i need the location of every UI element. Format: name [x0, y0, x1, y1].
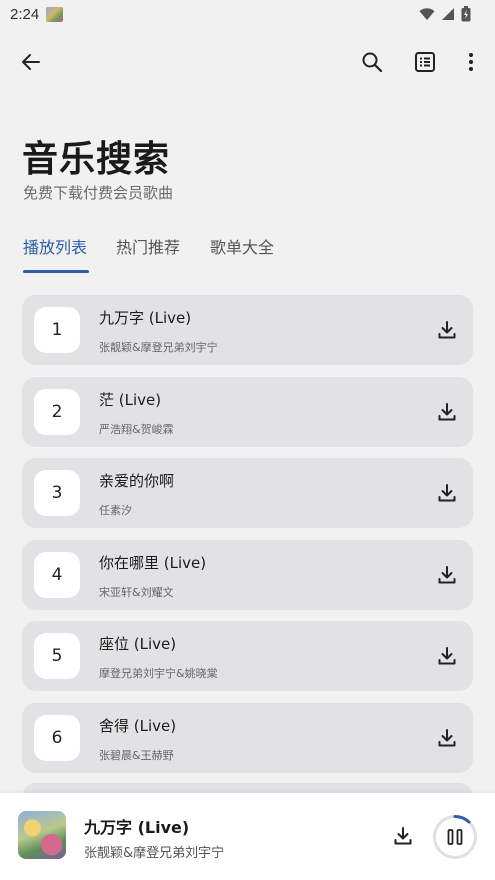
song-list-item[interactable]: 3 亲爱的你啊 任素汐 [22, 458, 473, 528]
song-index: 1 [34, 307, 80, 353]
page-title: 音乐搜索 [22, 139, 171, 180]
download-icon [438, 565, 456, 583]
battery-icon [461, 6, 471, 22]
download-button[interactable] [433, 724, 461, 752]
download-icon [438, 647, 456, 665]
list-icon [415, 52, 435, 72]
download-icon [438, 321, 456, 339]
tab-bar: 播放列表 热门推荐 歌单大全 [0, 222, 495, 274]
song-title: 座位 (Live) [99, 635, 177, 653]
album-cover [18, 811, 66, 859]
pause-icon [447, 829, 463, 845]
download-icon [438, 402, 456, 420]
song-title: 你在哪里 (Live) [99, 553, 207, 572]
song-index: 6 [34, 714, 80, 761]
song-artist: 任素汐 [99, 504, 132, 517]
download-icon [438, 728, 456, 746]
song-artist: 严浩翔&贺峻霖 [99, 422, 174, 436]
status-bar: 2:24 [0, 0, 495, 28]
download-icon [438, 484, 456, 502]
song-artist: 摩登兄弟刘宇宁&姚晓棠 [99, 667, 218, 680]
song-index: 4 [34, 551, 80, 598]
player-song-artist: 张靓颖&摩登兄弟刘宇宁 [84, 846, 225, 861]
song-title: 舍得 (Live) [99, 716, 177, 735]
tab-hot-recommend[interactable]: 热门推荐 [116, 234, 180, 258]
wifi-icon [419, 8, 435, 20]
player-song-title: 九万字 (Live) [84, 818, 190, 837]
tab-song-lists[interactable]: 歌单大全 [210, 234, 274, 258]
page-subtitle: 免费下载付费会员歌曲 [23, 184, 174, 202]
mini-player[interactable]: 九万字 (Live) 张靓颖&摩登兄弟刘宇宁 [0, 793, 495, 880]
song-artist: 宋亚轩&刘耀文 [99, 585, 174, 599]
song-index: 2 [34, 388, 80, 435]
song-title: 九万字 (Live) [99, 309, 192, 327]
player-download-button[interactable] [389, 822, 417, 850]
notification-thumbnail-icon [46, 6, 64, 22]
back-button[interactable] [7, 36, 55, 88]
pause-button[interactable] [432, 814, 478, 860]
search-icon [362, 52, 383, 73]
tab-playlist[interactable]: 播放列表 [23, 234, 87, 258]
more-vert-icon [469, 53, 473, 71]
download-button[interactable] [433, 561, 461, 589]
song-list-item[interactable]: 6 舍得 (Live) 张碧晨&王赫野 [22, 702, 473, 773]
download-button[interactable] [433, 642, 461, 670]
song-list-item[interactable]: 5 座位 (Live) 摩登兄弟刘宇宁&姚晓棠 [22, 621, 473, 691]
song-index: 5 [34, 633, 80, 679]
arrow-back-icon [22, 54, 40, 70]
download-button[interactable] [433, 479, 461, 507]
song-artist: 张碧晨&王赫野 [99, 748, 174, 762]
song-list-item[interactable]: 1 九万字 (Live) 张靓颖&摩登兄弟刘宇宁 [22, 295, 473, 365]
song-list-item[interactable]: 2 茫 (Live) 严浩翔&贺峻霖 [22, 376, 473, 447]
search-button[interactable] [348, 36, 396, 88]
status-time: 2:24 [10, 5, 40, 23]
more-options-button[interactable] [447, 36, 495, 88]
download-button[interactable] [433, 398, 461, 426]
song-list-item[interactable]: 4 你在哪里 (Live) 宋亚轩&刘耀文 [22, 539, 473, 610]
progress-ring [433, 815, 477, 859]
download-button[interactable] [433, 316, 461, 344]
top-app-bar [0, 36, 495, 88]
active-tab-indicator [23, 270, 89, 273]
song-artist: 张靓颖&摩登兄弟刘宇宁 [99, 341, 218, 354]
cellular-signal-icon [442, 8, 454, 20]
song-list: 1 九万字 (Live) 张靓颖&摩登兄弟刘宇宁 2 茫 (Live) 严浩翔&… [22, 295, 473, 784]
download-icon [394, 827, 412, 845]
playlist-view-button[interactable] [401, 36, 449, 88]
song-index: 3 [34, 470, 80, 516]
song-title: 茫 (Live) [99, 390, 162, 409]
song-title: 亲爱的你啊 [99, 472, 175, 490]
